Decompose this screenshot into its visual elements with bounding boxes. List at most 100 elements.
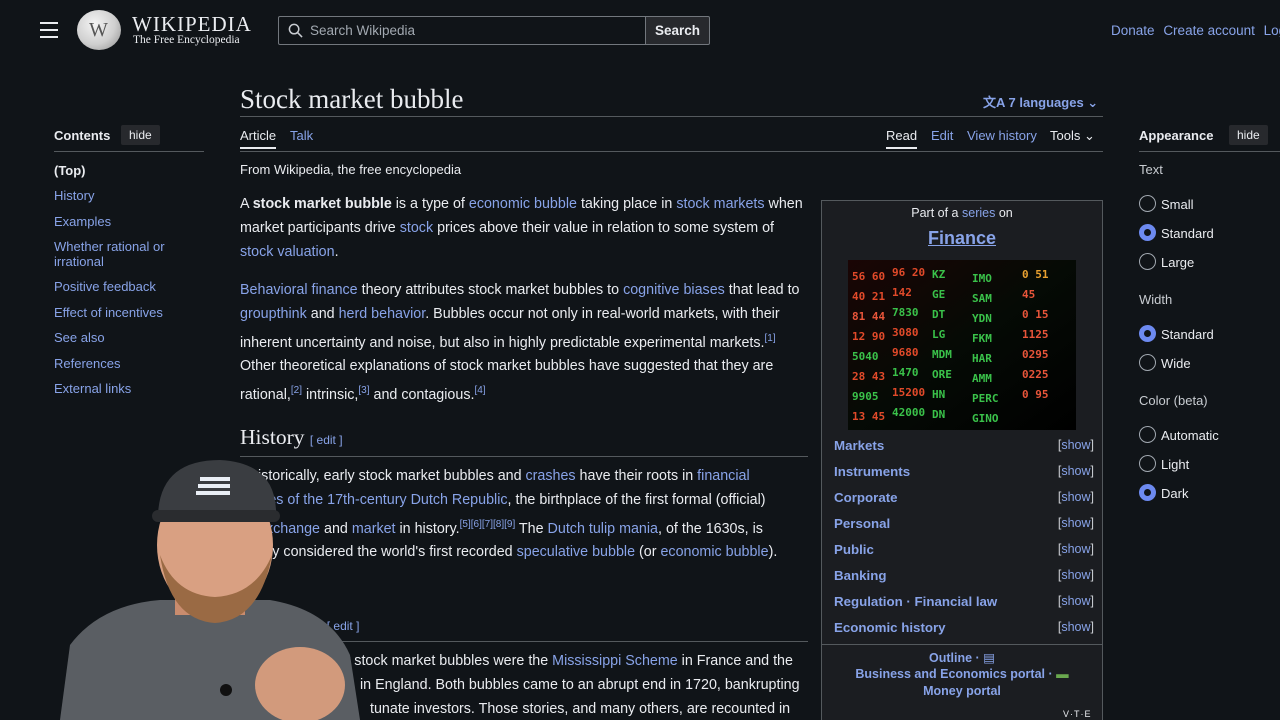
- citation[interactable]: [4]: [474, 385, 485, 396]
- sidebar-row-regulation[interactable]: Regulation · Financial law [show]: [834, 594, 1094, 609]
- wikipedia-globe-logo[interactable]: [77, 10, 121, 50]
- radio-width-wide[interactable]: [1139, 354, 1156, 371]
- show-toggle[interactable]: [show]: [1058, 490, 1094, 504]
- tab-view-history[interactable]: View history: [967, 128, 1037, 143]
- radio-label[interactable]: Small: [1161, 197, 1194, 212]
- link-economic-bubble[interactable]: economic bubble: [469, 196, 577, 212]
- radio-color-light[interactable]: [1139, 455, 1156, 472]
- toc-item-examples[interactable]: Examples: [54, 214, 194, 229]
- radio-text-large[interactable]: [1139, 253, 1156, 270]
- toc-item-see-also[interactable]: See also: [54, 330, 194, 345]
- toc-item-rational[interactable]: Whether rational or irrational: [54, 239, 194, 269]
- toc-hide-button[interactable]: hide: [121, 125, 160, 145]
- sidebar-row-corporate[interactable]: Corporate [show]: [834, 490, 1094, 505]
- sidebar-row-markets[interactable]: Markets [show]: [834, 438, 1094, 453]
- search-input[interactable]: [310, 20, 630, 40]
- finance-title-link[interactable]: Finance: [821, 228, 1103, 249]
- stock-ticker-board-image[interactable]: 56 60 40 21 81 44 12 90 5040 28 43 9905 13 45 9…: [848, 260, 1076, 430]
- link-stock-markets[interactable]: stock markets: [676, 196, 764, 212]
- svg-text:LG: LG: [932, 328, 946, 341]
- link-mississippi-scheme[interactable]: Mississippi Scheme: [552, 653, 678, 669]
- svg-text:0 15: 0 15: [1022, 308, 1049, 321]
- radio-label[interactable]: Large: [1161, 255, 1194, 270]
- history-heading: History [ edit ]: [240, 425, 343, 449]
- link-herd-behavior[interactable]: herd behavior: [339, 306, 426, 322]
- radio-label[interactable]: Standard: [1161, 226, 1214, 241]
- sidebar-row-instruments[interactable]: Instruments [show]: [834, 464, 1094, 479]
- radio-width-standard[interactable]: [1139, 325, 1156, 342]
- radio-text-standard[interactable]: [1139, 224, 1156, 241]
- toc-item-incentives[interactable]: Effect of incentives: [54, 305, 194, 320]
- log-in-link[interactable]: Log i: [1264, 23, 1280, 38]
- donate-link[interactable]: Donate: [1111, 23, 1155, 38]
- citation[interactable]: [3]: [358, 385, 369, 396]
- sidebar-row-public[interactable]: Public [show]: [834, 542, 1094, 557]
- show-toggle[interactable]: [show]: [1058, 594, 1094, 608]
- radio-label[interactable]: Automatic: [1161, 428, 1219, 443]
- search-button[interactable]: Search: [645, 16, 710, 45]
- link-speculative-bubble[interactable]: speculative bubble: [517, 544, 635, 560]
- link-behavioral-finance[interactable]: Behavioral finance: [240, 282, 358, 298]
- svg-text:GINO: GINO: [972, 412, 999, 425]
- tab-talk[interactable]: Talk: [290, 128, 313, 143]
- link-crashes[interactable]: crashes: [526, 468, 576, 484]
- show-toggle[interactable]: [show]: [1058, 620, 1094, 634]
- toc-item-top[interactable]: (Top): [54, 163, 194, 178]
- tools-menu[interactable]: Tools ⌄: [1050, 128, 1095, 144]
- link-stock-valuation[interactable]: stock valuation: [240, 244, 335, 260]
- citation[interactable]: [1]: [765, 333, 776, 344]
- citation[interactable]: [2]: [291, 385, 302, 396]
- toc-item-positive-feedback[interactable]: Positive feedback: [54, 279, 194, 294]
- link-tulip-mania[interactable]: Dutch tulip mania: [548, 520, 658, 536]
- link-stock[interactable]: stock: [400, 220, 433, 236]
- radio-label[interactable]: Wide: [1161, 356, 1191, 371]
- main-menu-button[interactable]: [40, 22, 58, 38]
- vte-links[interactable]: V·T·E: [1063, 709, 1092, 719]
- tab-article[interactable]: Article: [240, 128, 277, 149]
- link-cognitive-biases[interactable]: cognitive biases: [623, 282, 725, 298]
- link-financial[interactable]: financial: [697, 468, 749, 484]
- sidebar-divider: [822, 644, 1102, 645]
- translate-icon: 文A: [983, 95, 1009, 110]
- sidebar-row-banking[interactable]: Banking [show]: [834, 568, 1094, 583]
- toc-divider: [54, 151, 204, 152]
- svg-text:13 45: 13 45: [852, 410, 885, 423]
- sidebar-row-economic-history[interactable]: Economic history [show]: [834, 620, 1094, 635]
- edit-section-link[interactable]: [ edit ]: [310, 433, 343, 447]
- business-portal-link[interactable]: Business and Economics portal · ▬: [821, 667, 1103, 681]
- sidebar-row-personal[interactable]: Personal [show]: [834, 516, 1094, 531]
- show-toggle[interactable]: [show]: [1058, 464, 1094, 478]
- radio-label[interactable]: Dark: [1161, 486, 1188, 501]
- search-icon: [288, 23, 303, 38]
- languages-button[interactable]: 文A 7 languages ⌄: [983, 92, 1098, 111]
- tab-edit[interactable]: Edit: [931, 128, 953, 143]
- show-toggle[interactable]: [show]: [1058, 568, 1094, 582]
- tab-read[interactable]: Read: [886, 128, 918, 149]
- radio-color-dark[interactable]: [1139, 484, 1156, 501]
- svg-text:SAM: SAM: [972, 292, 992, 305]
- toc-item-history[interactable]: History: [54, 188, 194, 203]
- svg-text:12 90: 12 90: [852, 330, 885, 343]
- link-series[interactable]: series: [962, 206, 995, 220]
- show-toggle[interactable]: [show]: [1058, 438, 1094, 452]
- behavioral-paragraph: Behavioral finance theory attributes sto…: [240, 282, 800, 403]
- link-groupthink[interactable]: groupthink: [240, 306, 307, 322]
- toc-item-references[interactable]: References: [54, 356, 194, 371]
- radio-label[interactable]: Standard: [1161, 327, 1214, 342]
- outline-link[interactable]: Outline · ▤: [821, 650, 1103, 665]
- create-account-link[interactable]: Create account: [1163, 23, 1255, 38]
- link-economic-bubble-2[interactable]: economic bubble: [660, 544, 768, 560]
- show-toggle[interactable]: [show]: [1058, 516, 1094, 530]
- show-toggle[interactable]: [show]: [1058, 542, 1094, 556]
- radio-color-automatic[interactable]: [1139, 426, 1156, 443]
- radio-label[interactable]: Light: [1161, 457, 1189, 472]
- appearance-hide-button[interactable]: hide: [1229, 125, 1268, 145]
- page-title: Stock market bubble: [240, 84, 464, 114]
- svg-text:YDN: YDN: [972, 312, 992, 325]
- radio-text-small[interactable]: [1139, 195, 1156, 212]
- toc-item-external-links[interactable]: External links: [54, 381, 194, 396]
- money-portal-link[interactable]: Money portal: [821, 684, 1103, 698]
- text-size-label: Text: [1139, 162, 1163, 177]
- citation[interactable]: [5][6][7][8][9]: [460, 519, 516, 530]
- wikipedia-tagline: The Free Encyclopedia: [133, 34, 240, 46]
